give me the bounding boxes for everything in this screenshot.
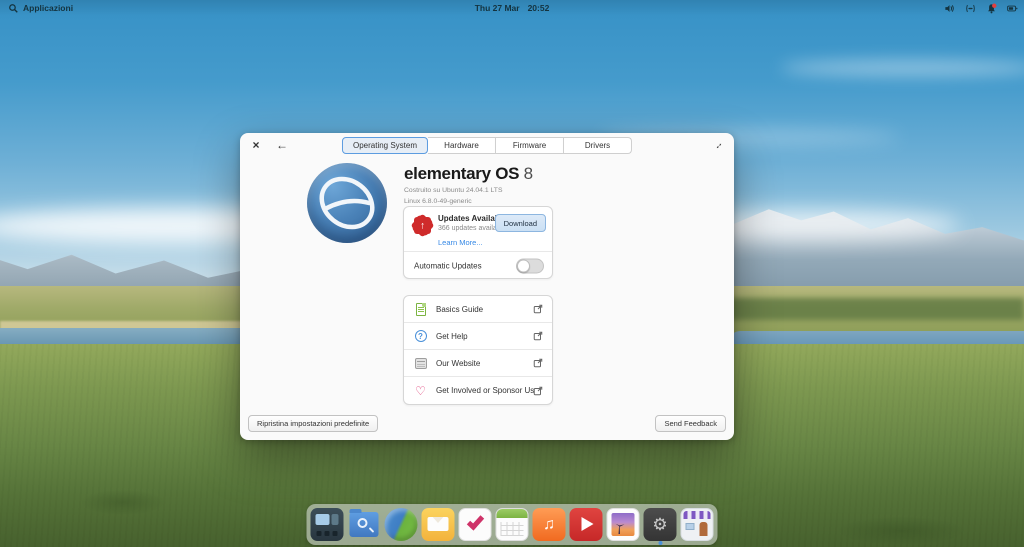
panel-date: Thu 27 Mar — [474, 3, 520, 13]
titlebar[interactable]: × ← Operating System Hardware Firmware D… — [240, 133, 734, 157]
datetime-indicator[interactable]: Thu 27 Mar 20:52 — [475, 3, 550, 13]
link-get-help[interactable]: ? Get Help — [404, 323, 552, 350]
files-icon — [348, 508, 349, 509]
running-indicator — [658, 541, 662, 545]
system-indicators — [944, 3, 1018, 14]
os-kernel: Linux 6.8.0-49-generic — [404, 198, 472, 205]
close-icon[interactable]: × — [248, 137, 264, 153]
dock-item-mail[interactable] — [421, 508, 455, 541]
dock-item-videos[interactable] — [569, 508, 603, 541]
videos-icon — [570, 508, 571, 509]
applications-menu-label: Applicazioni — [23, 3, 74, 13]
dock-item-multitasking[interactable] — [310, 508, 344, 541]
dock-item-files[interactable] — [348, 508, 381, 541]
tab-bar: Operating System Hardware Firmware Drive… — [341, 137, 633, 154]
updates-row: ↑ Updates Available 366 updates availabl… — [404, 207, 552, 252]
updates-card: ↑ Updates Available 366 updates availabl… — [403, 206, 553, 279]
os-name: elementary OS — [404, 164, 520, 183]
network-icon[interactable] — [965, 3, 976, 14]
help-icon: ? — [414, 330, 427, 343]
heart-icon: ♡ — [415, 383, 426, 398]
external-link-icon — [533, 304, 543, 314]
search-icon — [9, 3, 18, 13]
elementary-logo — [307, 163, 387, 243]
os-version: 8 — [523, 164, 533, 183]
notification-badge — [992, 3, 997, 8]
cloud — [780, 60, 1024, 76]
link-basics-guide[interactable]: Basics Guide — [404, 296, 552, 323]
top-panel: Applicazioni Thu 27 Mar 20:52 — [0, 0, 1024, 16]
panel-time: 20:52 — [527, 3, 550, 13]
system-settings-window: × ← Operating System Hardware Firmware D… — [240, 133, 734, 440]
dock-item-calendar[interactable] — [495, 508, 529, 541]
updates-badge-icon: ↑ — [410, 213, 435, 238]
document-icon — [414, 302, 427, 316]
external-link-icon — [533, 358, 543, 368]
volume-icon[interactable] — [944, 3, 955, 14]
tab-operating-system[interactable]: Operating System — [341, 137, 429, 154]
tab-drivers[interactable]: Drivers — [564, 137, 633, 154]
automatic-updates-label: Automatic Updates — [414, 261, 482, 270]
appcenter-icon — [682, 509, 683, 510]
learn-more-link[interactable]: Learn More... — [438, 238, 483, 247]
external-link-icon — [533, 331, 543, 341]
dock: ♫ ⚙ — [306, 504, 718, 545]
dock-item-appcenter[interactable] — [680, 508, 714, 541]
dock-item-settings[interactable]: ⚙ — [643, 508, 677, 545]
automatic-updates-row: Automatic Updates — [404, 252, 552, 279]
maximize-icon[interactable]: ↔ — [707, 134, 730, 157]
os-header: elementary OS 8 Costruito su Ubuntu 24.0… — [404, 164, 564, 206]
dock-item-music[interactable]: ♫ — [532, 508, 566, 541]
tab-firmware[interactable]: Firmware — [496, 137, 565, 154]
photos-icon — [608, 509, 609, 510]
link-our-website[interactable]: Our Website — [404, 350, 552, 377]
dock-item-photos[interactable] — [606, 508, 640, 541]
automatic-updates-toggle[interactable] — [516, 258, 544, 273]
battery-icon[interactable] — [1007, 3, 1018, 14]
desktop: Applicazioni Thu 27 Mar 20:52 × ← Operat… — [0, 0, 1024, 547]
toggle-knob — [517, 259, 530, 272]
send-feedback-button[interactable]: Send Feedback — [655, 415, 726, 432]
download-button[interactable]: Download — [494, 214, 546, 232]
mail-icon — [422, 508, 423, 509]
dock-item-tasks[interactable] — [458, 508, 492, 541]
restore-defaults-button[interactable]: Ripristina impostazioni predefinite — [248, 415, 379, 432]
link-get-involved[interactable]: ♡ Get Involved or Sponsor Us — [404, 377, 552, 404]
links-card: Basics Guide ? Get Help Our Website ♡ Ge… — [403, 295, 553, 405]
notifications-icon[interactable] — [986, 3, 997, 14]
applications-menu[interactable]: Applicazioni — [0, 3, 73, 14]
tasks-icon — [460, 509, 461, 510]
dock-item-web-browser[interactable] — [384, 508, 418, 541]
globe-icon — [414, 357, 427, 370]
tab-hardware[interactable]: Hardware — [428, 137, 497, 154]
os-title: elementary OS 8 — [404, 164, 564, 184]
external-link-icon — [533, 386, 543, 395]
os-built-on: Costruito su Ubuntu 24.04.1 LTS — [404, 187, 503, 194]
back-icon[interactable]: ← — [274, 137, 290, 153]
multitasking-icon — [311, 508, 312, 509]
web-browser-icon — [385, 508, 386, 509]
